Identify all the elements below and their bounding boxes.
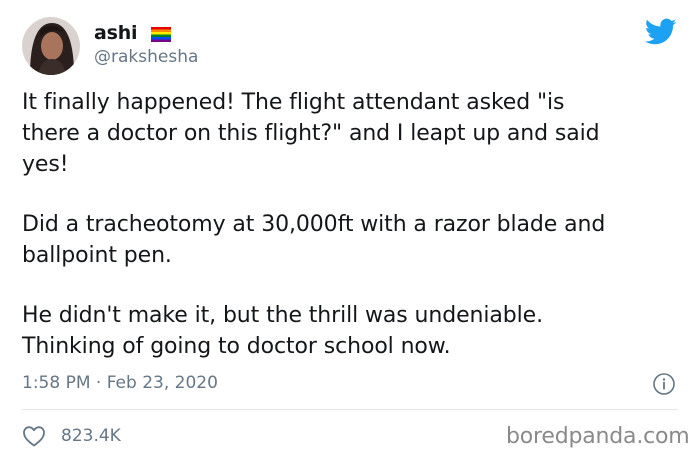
tweet-line: Thinking of going to doctor school now. [22,334,451,359]
tweet-line: It finally happened! The flight attendan… [22,90,565,115]
tweet-line: ballpoint pen. [22,243,172,268]
tweet-line: yes! [22,152,69,177]
user-handle[interactable]: @rakshesha [94,47,198,67]
tweet-timestamp[interactable]: 1:58 PM · Feb 23, 2020 [22,373,218,393]
tweet-paragraph-3: He didn't make it, but the thrill was un… [22,300,692,362]
like-count: 823.4K [61,426,121,446]
avatar[interactable] [22,17,80,75]
twitter-bird-icon[interactable] [645,18,677,46]
tweet-line: Did a tracheotomy at 30,000ft with a raz… [22,212,606,237]
rainbow-flag-icon [151,27,171,42]
tweet-line: He didn't make it, but the thrill was un… [22,303,543,328]
info-icon[interactable] [652,372,676,396]
tweet-paragraph-2: Did a tracheotomy at 30,000ft with a raz… [22,209,692,271]
tweet-card: ashi @rakshesha It finally happened! The… [0,0,700,463]
divider [22,409,678,410]
tweet-line: there a doctor on this flight?" and I le… [22,121,600,146]
tweet-paragraph-1: It finally happened! The flight attendan… [22,87,692,180]
heart-icon[interactable] [22,425,46,447]
display-name[interactable]: ashi [94,22,138,44]
watermark: boredpanda.com [506,424,690,449]
